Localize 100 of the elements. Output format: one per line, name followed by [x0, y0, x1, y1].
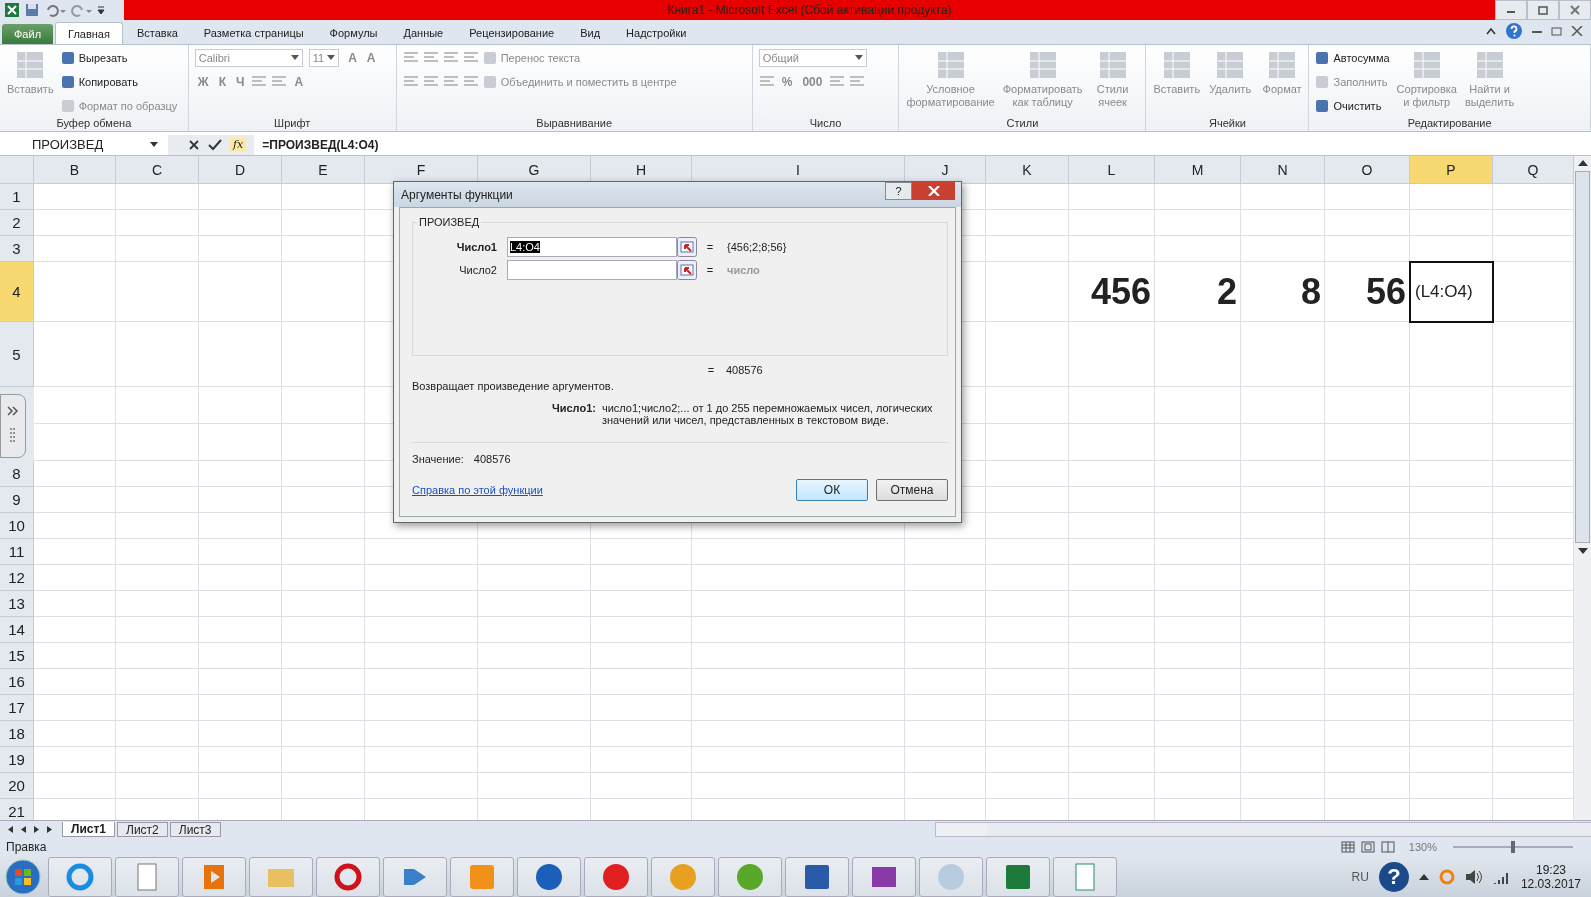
collapse-dialog-icon[interactable]: [677, 259, 697, 280]
page-break-icon[interactable]: [1380, 841, 1395, 853]
row-header[interactable]: 9: [0, 487, 34, 513]
clock-time[interactable]: 19:23: [1535, 863, 1566, 877]
volume-icon[interactable]: [1464, 869, 1483, 885]
row-header[interactable]: 17: [0, 695, 34, 721]
caret-icon[interactable]: [290, 55, 299, 61]
save-icon[interactable]: [24, 2, 40, 18]
row-header[interactable]: 5: [0, 322, 34, 387]
argument-field[interactable]: L4:O4: [507, 236, 677, 257]
column-header[interactable]: G: [478, 156, 591, 184]
caret-icon[interactable]: [854, 55, 863, 61]
square-icon[interactable]: [60, 75, 75, 89]
file-tab[interactable]: Файл: [2, 24, 54, 44]
ok-button[interactable]: ОК: [796, 479, 868, 501]
side-panel-handle[interactable]: [0, 394, 26, 458]
row-header[interactable]: 11: [0, 539, 34, 565]
ribbon-tab[interactable]: Данные: [391, 22, 456, 44]
column-header[interactable]: I: [692, 156, 905, 184]
column-header[interactable]: K: [986, 156, 1069, 184]
ribbon-button[interactable]: Вырезать: [78, 52, 128, 64]
square-icon[interactable]: [1315, 99, 1330, 113]
row-header[interactable]: 2: [0, 210, 34, 236]
row-header[interactable]: 16: [0, 669, 34, 695]
row-header[interactable]: 14: [0, 617, 34, 643]
insert-function-button[interactable]: fx: [230, 138, 247, 151]
column-header[interactable]: B: [34, 156, 116, 184]
row-header[interactable]: 3: [0, 236, 34, 262]
zoom-level: 130%: [1408, 841, 1437, 853]
column-header[interactable]: L: [1069, 156, 1155, 184]
caret-icon[interactable]: [327, 55, 336, 61]
page-layout-icon[interactable]: [1360, 841, 1375, 853]
column-header[interactable]: F: [365, 156, 478, 184]
start-button-icon[interactable]: [4, 858, 42, 896]
column-header[interactable]: D: [199, 156, 282, 184]
collapse-ribbon-icon[interactable]: [1485, 25, 1497, 37]
collapse-dialog-icon[interactable]: [677, 236, 697, 257]
sheet-tab[interactable]: Лист2: [117, 821, 168, 837]
column-header[interactable]: M: [1155, 156, 1241, 184]
column-header[interactable]: P: [1410, 156, 1493, 184]
scroll-thumb[interactable]: [1575, 171, 1590, 543]
active-cell[interactable]: (L4:O4): [1409, 261, 1494, 323]
sheet-tab[interactable]: Лист3: [169, 821, 221, 837]
circle-icon[interactable]: [1438, 869, 1455, 885]
column-header[interactable]: O: [1325, 156, 1410, 184]
close-icon[interactable]: [1569, 5, 1581, 15]
ring-icon[interactable]: [332, 861, 364, 893]
row-header[interactable]: 18: [0, 721, 34, 747]
ribbon-tab[interactable]: Формулы: [317, 22, 390, 44]
ribbon-tab[interactable]: Вставка: [124, 22, 190, 44]
help-badge[interactable]: ?: [1378, 862, 1409, 892]
row-header[interactable]: 8: [0, 461, 34, 487]
cancel-button[interactable]: Отмена: [876, 479, 948, 501]
row-header[interactable]: 4: [0, 262, 34, 322]
restore-icon[interactable]: [1537, 5, 1549, 15]
name-box[interactable]: ПРОИЗВЕД: [0, 137, 150, 152]
row-header[interactable]: 20: [0, 773, 34, 799]
ribbon-button[interactable]: Очистить: [1333, 100, 1382, 112]
restore-icon[interactable]: [1551, 26, 1563, 36]
ribbon-tab[interactable]: Разметка страницы: [191, 22, 316, 44]
row-header[interactable]: 13: [0, 591, 34, 617]
ribbon-button[interactable]: Копировать: [78, 76, 138, 88]
normal-view-icon[interactable]: [1340, 841, 1355, 853]
ribbon-tab[interactable]: Главная: [55, 22, 123, 44]
square-icon[interactable]: [1315, 51, 1330, 65]
help-button[interactable]: ?: [885, 182, 912, 200]
row-header[interactable]: 1: [0, 184, 34, 210]
language-indicator[interactable]: RU: [1351, 870, 1369, 884]
scroll-up-icon[interactable]: [1577, 159, 1588, 167]
excel-logo-icon[interactable]: [4, 2, 20, 18]
argument-field[interactable]: [507, 259, 677, 280]
cancel-icon[interactable]: [188, 138, 200, 151]
scroll-down-icon[interactable]: [1577, 547, 1588, 555]
sheet-tab[interactable]: Лист1: [62, 821, 116, 837]
check-icon[interactable]: [208, 138, 222, 151]
column-header[interactable]: Q: [1493, 156, 1574, 184]
ribbon-tab[interactable]: Надстройки: [614, 22, 699, 44]
caret-icon[interactable]: [1418, 873, 1429, 881]
caret-icon[interactable]: [150, 141, 158, 148]
help-link[interactable]: Справка по этой функции: [412, 484, 543, 496]
column-header[interactable]: J: [905, 156, 986, 184]
square-icon[interactable]: [60, 51, 75, 65]
argument-result: число: [727, 263, 760, 276]
column-header[interactable]: H: [591, 156, 692, 184]
row-header[interactable]: 12: [0, 565, 34, 591]
row-header[interactable]: 15: [0, 643, 34, 669]
ribbon-tab[interactable]: Вид: [568, 22, 613, 44]
undo-icon[interactable]: [44, 2, 66, 18]
column-header[interactable]: E: [282, 156, 365, 184]
ribbon-button[interactable]: Автосумма: [1333, 52, 1390, 64]
close-icon[interactable]: [1571, 26, 1583, 36]
formula-field[interactable]: =ПРОИЗВЕД(L4:O4): [254, 137, 379, 152]
clock-date[interactable]: 12.03.2017: [1520, 877, 1581, 891]
column-header[interactable]: C: [116, 156, 199, 184]
row-header[interactable]: 19: [0, 747, 34, 773]
zoom-thumb[interactable]: [1511, 841, 1515, 853]
row-header[interactable]: 10: [0, 513, 34, 539]
column-header[interactable]: N: [1241, 156, 1325, 184]
help-icon[interactable]: [1505, 22, 1523, 40]
ribbon-tab[interactable]: Рецензирование: [457, 22, 567, 44]
